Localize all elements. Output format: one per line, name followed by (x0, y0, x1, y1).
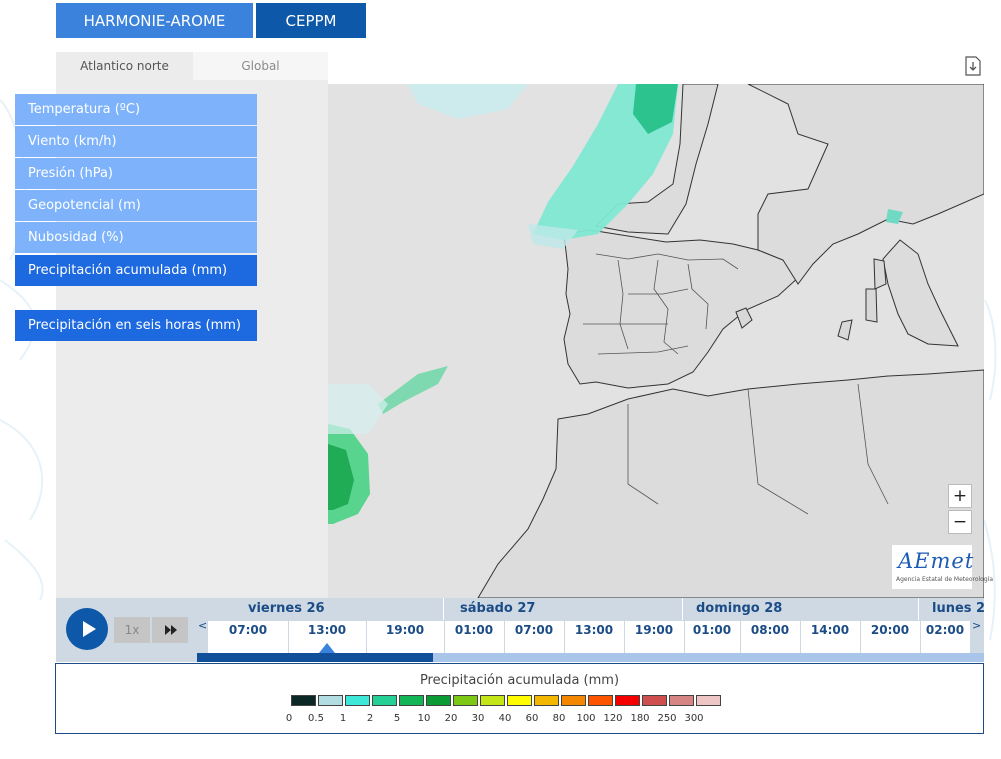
day-label: domingo 28 (696, 601, 783, 616)
variable-precipitacion-seis-horas[interactable]: Precipitación en seis horas (mm) (15, 310, 257, 341)
legend-tick: 250 (657, 713, 677, 724)
speed-selector[interactable]: 1x (114, 617, 150, 643)
hour-separator (624, 621, 625, 653)
download-icon[interactable] (965, 56, 981, 76)
progress-fill (197, 653, 433, 662)
hour-cell[interactable]: 02:00 (920, 621, 970, 653)
play-icon (83, 621, 96, 637)
legend-swatch (480, 695, 505, 706)
hour-cell[interactable]: 07:00 (208, 621, 288, 653)
hour-separator (740, 621, 741, 653)
legend-swatch (669, 695, 694, 706)
current-time-marker (319, 643, 335, 653)
hour-separator (860, 621, 861, 653)
legend-tick: 10 (417, 713, 431, 724)
timeline-next-button[interactable]: > (972, 619, 981, 632)
hour-cell[interactable]: 20:00 (860, 621, 920, 653)
forecast-map[interactable] (328, 84, 984, 598)
legend-swatches (291, 695, 721, 706)
variable-viento[interactable]: Viento (km/h) (15, 126, 257, 157)
legend-swatch (372, 695, 397, 706)
hour-cell[interactable]: 14:00 (800, 621, 860, 653)
legend-tick: 300 (684, 713, 704, 724)
variable-presion[interactable]: Presión (hPa) (15, 158, 257, 189)
legend-swatch (588, 695, 613, 706)
legend-tick: 1 (339, 713, 347, 724)
legend-swatch (615, 695, 640, 706)
day-label: lunes 29 (932, 601, 984, 616)
hour-separator (504, 621, 505, 653)
legend-tick: 100 (576, 713, 596, 724)
hour-separator (564, 621, 565, 653)
legend-tick: 30 (471, 713, 485, 724)
zoom-out-button[interactable]: − (948, 510, 972, 534)
zoom-in-button[interactable]: + (948, 484, 972, 508)
tab-atlantico-norte[interactable]: Atlantico norte (56, 52, 193, 80)
variable-nubosidad[interactable]: Nubosidad (%) (15, 222, 257, 253)
day-label: viernes 26 (248, 601, 325, 616)
legend-tick: 0 (285, 713, 293, 724)
variable-temperatura[interactable]: Temperatura (ºC) (15, 94, 257, 125)
legend-swatch (561, 695, 586, 706)
hour-cell[interactable]: 13:00 (564, 621, 624, 653)
day-label: sábado 27 (460, 601, 536, 616)
aemet-logo: AEmet Agencia Estatal de Meteorología (892, 545, 993, 589)
aemet-logo-subtitle: Agencia Estatal de Meteorología (896, 576, 993, 583)
legend-swatch (642, 695, 667, 706)
hour-cell[interactable]: 08:00 (740, 621, 800, 653)
legend-swatch (291, 695, 316, 706)
hour-cell[interactable]: 19:00 (624, 621, 684, 653)
model-tab-harmonie[interactable]: HARMONIE-AROME (56, 3, 253, 38)
hour-separator (366, 621, 367, 653)
legend-swatch (426, 695, 451, 706)
hour-separator (288, 621, 289, 653)
legend-tick: 40 (498, 713, 512, 724)
hour-cell[interactable]: 19:00 (366, 621, 444, 653)
variable-geopotencial[interactable]: Geopotencial (m) (15, 190, 257, 221)
hour-separator (920, 621, 921, 653)
aemet-logo-text: AEmet (898, 549, 975, 573)
hour-cell[interactable]: 01:00 (444, 621, 504, 653)
fast-forward-button[interactable] (152, 617, 188, 643)
legend-swatch (345, 695, 370, 706)
tab-global[interactable]: Global (193, 52, 328, 80)
legend-tick: 5 (393, 713, 401, 724)
play-button[interactable] (66, 608, 108, 650)
legend-tick: 180 (630, 713, 650, 724)
legend-swatch (507, 695, 532, 706)
model-tab-ceppm[interactable]: CEPPM (256, 3, 366, 38)
legend-tick: 2 (366, 713, 374, 724)
hour-separator (444, 621, 445, 653)
variable-precipitacion-acumulada[interactable]: Precipitación acumulada (mm) (15, 255, 257, 286)
legend-swatch (453, 695, 478, 706)
legend-tick: 120 (603, 713, 623, 724)
hour-separator (684, 621, 685, 653)
map-canvas (328, 84, 984, 598)
legend-tick: 60 (525, 713, 539, 724)
legend-swatch (696, 695, 721, 706)
legend-tick: 20 (444, 713, 458, 724)
legend-tick: 0.5 (308, 713, 324, 724)
day-labels: viernes 26 sábado 27 domingo 28 lunes 29 (197, 598, 984, 620)
legend-tick: 80 (552, 713, 566, 724)
legend-swatch (318, 695, 343, 706)
timeline-prev-button[interactable]: < (198, 619, 207, 632)
hour-cell[interactable]: 07:00 (504, 621, 564, 653)
hour-separator (800, 621, 801, 653)
legend-swatch (399, 695, 424, 706)
hour-cell[interactable]: 01:00 (684, 621, 740, 653)
legend-title: Precipitación acumulada (mm) (419, 673, 620, 688)
fast-forward-icon (165, 625, 177, 635)
legend-swatch (534, 695, 559, 706)
